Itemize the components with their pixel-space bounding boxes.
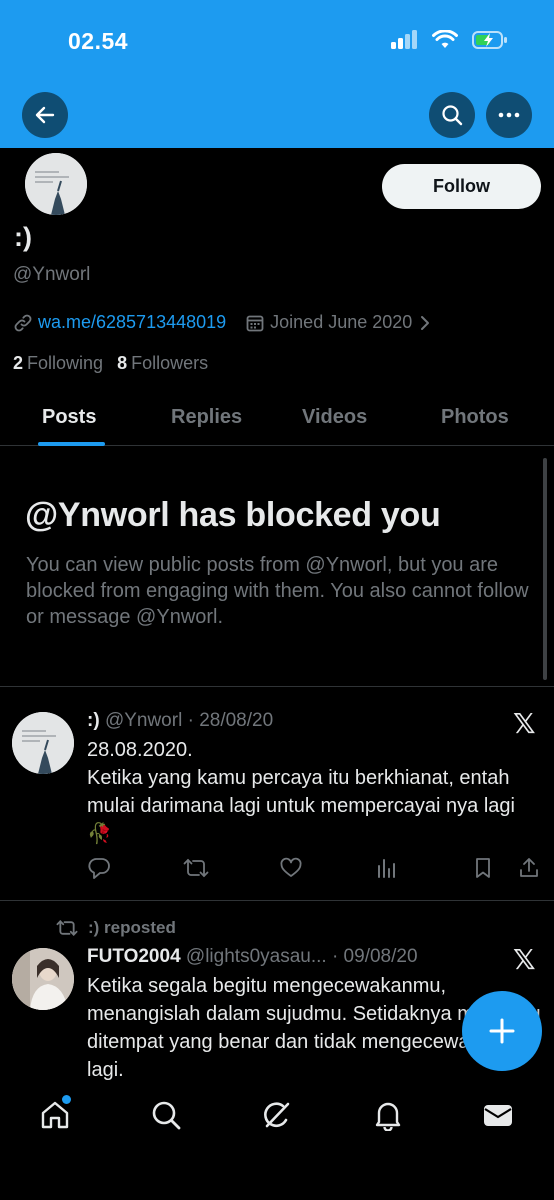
tab-photos[interactable]: Photos [441, 406, 509, 429]
avatar-image [12, 712, 74, 774]
profile-joined: Joined June 2020 [270, 312, 413, 332]
like-icon[interactable] [279, 856, 303, 880]
profile-avatar[interactable] [22, 150, 90, 218]
reply-icon[interactable] [87, 856, 111, 880]
share-icon[interactable] [517, 856, 541, 880]
plus-icon [489, 1018, 515, 1044]
avatar-image [25, 153, 87, 215]
post-actions [87, 856, 539, 884]
notifications-icon[interactable] [372, 1099, 404, 1131]
more-button[interactable] [486, 92, 532, 138]
profile-handle: @Ynworl [13, 264, 91, 285]
avatar-image [12, 948, 74, 1010]
post-author-handle[interactable]: @lights0yasau... [186, 946, 327, 967]
blocked-title: @Ynworl has blocked you [25, 496, 441, 534]
scrollbar[interactable] [543, 458, 547, 680]
messages-icon[interactable] [482, 1099, 514, 1131]
battery-icon [472, 31, 507, 49]
arrow-left-icon [35, 106, 55, 124]
search-icon [442, 105, 463, 126]
signal-icon [391, 30, 417, 49]
wifi-icon [432, 30, 458, 48]
search-button[interactable] [429, 92, 475, 138]
post-author-name[interactable]: :) [87, 710, 100, 731]
post-author-handle[interactable]: @Ynworl [105, 710, 182, 731]
bottom-nav [0, 1082, 554, 1200]
compose-button[interactable] [462, 991, 542, 1071]
calendar-icon [246, 315, 264, 331]
post-text-line: Ketika yang kamu percaya itu berkhianat,… [87, 767, 515, 817]
post-body: 28.08.2020. Ketika yang kamu percaya itu… [87, 736, 542, 848]
post-avatar[interactable] [12, 712, 74, 774]
more-horizontal-icon [498, 112, 520, 118]
tab-posts[interactable]: Posts [42, 406, 96, 429]
divider [0, 900, 554, 901]
post-author-name[interactable]: FUTO2004 [87, 946, 181, 967]
post-avatar[interactable] [12, 948, 74, 1010]
profile-link[interactable]: wa.me/6285713448019 [38, 312, 226, 333]
follow-button[interactable]: Follow [382, 164, 541, 209]
post-date: · 28/08/20 [187, 710, 274, 731]
profile-tabs: Posts Replies Videos Photos [0, 390, 554, 446]
status-time: 02.54 [68, 28, 129, 54]
tab-replies[interactable]: Replies [171, 406, 242, 429]
post-date: · 09/08/20 [331, 946, 418, 967]
search-icon[interactable] [150, 1099, 182, 1131]
profile-display-name: :) [14, 222, 32, 252]
following-stat[interactable]: 2 Following [13, 353, 103, 374]
bookmark-icon[interactable] [471, 856, 495, 880]
followers-stat[interactable]: 8 Followers [117, 353, 208, 374]
profile-meta: wa.me/6285713448019 Joined June 2020 [13, 312, 432, 333]
followers-label: Followers [131, 353, 209, 373]
notification-dot [62, 1095, 71, 1104]
follow-stats: 2 Following 8 Followers [13, 353, 208, 374]
post-emoji: 🥀 [87, 823, 112, 845]
repost-label: :) reposted [88, 918, 176, 937]
grok-icon[interactable] [261, 1099, 293, 1131]
blocked-description: You can view public posts from @Ynworl, … [26, 554, 529, 628]
post-header: FUTO2004 @lights0yasau... · 09/08/20 [87, 946, 418, 968]
post-text-line: 28.08.2020. [87, 739, 193, 761]
following-label: Following [27, 353, 104, 373]
following-count: 2 [13, 353, 24, 373]
status-icons [390, 30, 508, 50]
tab-videos[interactable]: Videos [302, 406, 367, 429]
divider [0, 686, 554, 687]
repost-indicator[interactable]: :) reposted [56, 918, 176, 938]
back-button[interactable] [22, 92, 68, 138]
repost-icon [56, 920, 78, 936]
chevron-right-icon[interactable] [418, 314, 432, 332]
link-icon [14, 314, 32, 331]
active-tab-indicator [38, 442, 105, 446]
followers-count: 8 [117, 353, 128, 373]
views-icon[interactable] [375, 856, 399, 880]
repost-icon[interactable] [183, 856, 209, 880]
post-header: :) @Ynworl · 28/08/20 [87, 710, 273, 732]
